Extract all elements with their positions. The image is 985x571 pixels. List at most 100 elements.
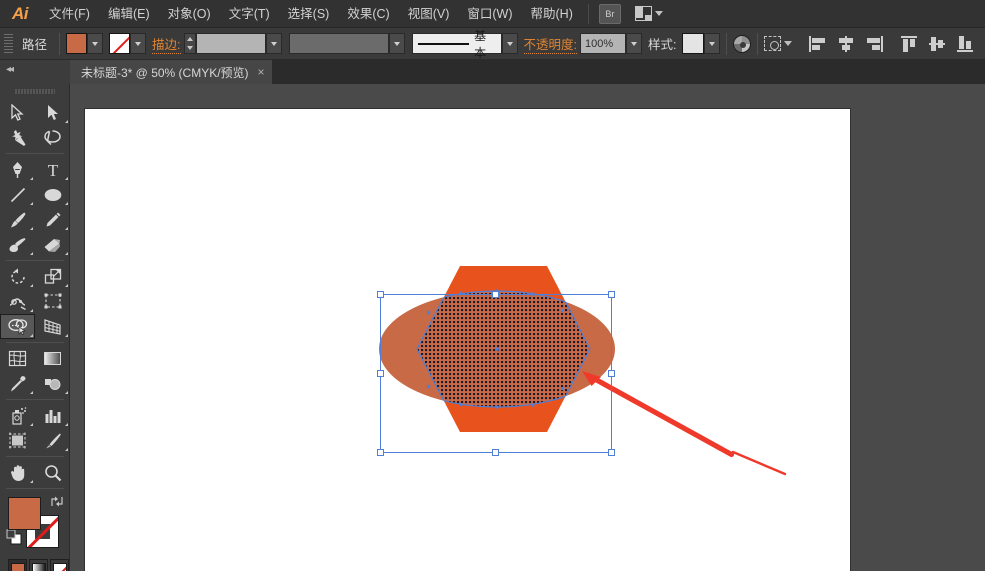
- color-mode-buttons: [0, 555, 69, 571]
- stroke-profile-dropdown[interactable]: [388, 33, 405, 54]
- stroke-weight-dropdown[interactable]: [265, 33, 282, 54]
- tool-divider: [6, 342, 64, 343]
- menu-effect[interactable]: 效果(C): [338, 0, 398, 28]
- arrange-documents-button[interactable]: [634, 6, 663, 21]
- selection-handle-top-left[interactable]: [377, 291, 384, 298]
- symbol-sprayer-tool[interactable]: [0, 403, 35, 428]
- close-icon[interactable]: ×: [258, 66, 265, 78]
- menu-edit[interactable]: 编辑(E): [99, 0, 159, 28]
- swap-fill-stroke-icon[interactable]: [50, 495, 64, 513]
- width-tool[interactable]: [0, 289, 35, 314]
- chevron-down-icon: [135, 41, 142, 46]
- selection-handle-top-center[interactable]: [492, 291, 499, 298]
- menu-type[interactable]: 文字(T): [220, 0, 279, 28]
- selection-handle-middle-left[interactable]: [377, 370, 384, 377]
- tools-panel-grip[interactable]: [14, 86, 55, 96]
- fill-color-swatch[interactable]: [66, 33, 88, 54]
- align-left-icon[interactable]: [809, 35, 827, 52]
- fill-color-indicator[interactable]: [8, 497, 41, 530]
- artboard-tool[interactable]: [0, 428, 35, 453]
- mesh-tool[interactable]: [0, 346, 35, 371]
- selection-handle-bottom-left[interactable]: [377, 449, 384, 456]
- align-top-icon[interactable]: [901, 35, 919, 52]
- menu-view[interactable]: 视图(V): [399, 0, 459, 28]
- bridge-button[interactable]: Br: [598, 3, 621, 24]
- slice-tool[interactable]: [35, 428, 70, 453]
- collapse-panel-icon[interactable]: ◂◂: [6, 64, 14, 75]
- stroke-color-dropdown[interactable]: [130, 33, 147, 54]
- tool-flyout-indicator: [65, 391, 68, 394]
- scale-tool[interactable]: [35, 264, 70, 289]
- artboard[interactable]: [85, 109, 850, 571]
- stroke-color-swatch[interactable]: [109, 33, 131, 54]
- fill-stroke-controls: [0, 493, 70, 555]
- pencil-tool[interactable]: [35, 207, 70, 232]
- tool-divider: [6, 456, 64, 457]
- eyedropper-tool[interactable]: [0, 371, 35, 396]
- line-segment-tool[interactable]: [0, 182, 35, 207]
- menu-file[interactable]: 文件(F): [40, 0, 99, 28]
- graphic-style-swatch[interactable]: [682, 33, 705, 54]
- opacity-label[interactable]: 不透明度:: [523, 34, 577, 54]
- gradient-mode-button[interactable]: [29, 559, 48, 571]
- select-similar-objects-button[interactable]: [764, 36, 793, 51]
- direct-selection-tool[interactable]: [35, 100, 70, 125]
- brush-definition-dropdown[interactable]: [501, 33, 518, 54]
- pen-tool[interactable]: [0, 157, 35, 182]
- graphic-style-dropdown[interactable]: [704, 33, 721, 54]
- align-bottom-icon[interactable]: [957, 35, 975, 52]
- chevron-down-icon: [784, 41, 793, 46]
- align-vertical-center-icon[interactable]: [929, 36, 947, 52]
- default-fill-stroke-icon[interactable]: [6, 529, 22, 550]
- free-transform-tool[interactable]: [35, 289, 70, 314]
- stroke-profile-input[interactable]: [288, 33, 389, 54]
- stroke-weight-stepper[interactable]: [183, 33, 196, 54]
- menu-window[interactable]: 窗口(W): [458, 0, 521, 28]
- type-tool[interactable]: T: [35, 157, 70, 182]
- color-mode-button[interactable]: [8, 559, 27, 571]
- column-graph-tool[interactable]: [35, 403, 70, 428]
- menu-object[interactable]: 对象(O): [159, 0, 220, 28]
- menu-select[interactable]: 选择(S): [279, 0, 339, 28]
- hand-tool[interactable]: [0, 460, 35, 485]
- control-bar-grip[interactable]: [4, 33, 13, 54]
- lasso-tool[interactable]: [35, 125, 70, 150]
- selection-tool[interactable]: [0, 100, 35, 125]
- brush-stroke-preview-icon: [417, 42, 470, 45]
- stroke-weight-label[interactable]: 描边:: [152, 34, 181, 54]
- selection-handle-top-right[interactable]: [608, 291, 615, 298]
- selection-handle-middle-right[interactable]: [608, 370, 615, 377]
- opacity-input[interactable]: 100%: [579, 33, 626, 54]
- opacity-dropdown[interactable]: [625, 33, 642, 54]
- brush-definition-input[interactable]: 基本: [411, 29, 502, 60]
- none-mode-button[interactable]: [50, 559, 69, 571]
- tool-flyout-indicator: [65, 448, 68, 451]
- gradient-tool[interactable]: [35, 346, 70, 371]
- document-tab-title: 未标题-3* @ 50% (CMYK/预览): [81, 65, 249, 80]
- tool-divider: [6, 399, 64, 400]
- rotate-tool[interactable]: [0, 264, 35, 289]
- fill-color-dropdown[interactable]: [87, 33, 104, 54]
- zoom-tool[interactable]: [35, 460, 70, 485]
- selection-handle-bottom-right[interactable]: [608, 449, 615, 456]
- tool-flyout-indicator: [65, 120, 68, 123]
- shape-builder-tool[interactable]: [0, 314, 35, 339]
- recolor-artwork-icon[interactable]: [733, 34, 752, 53]
- perspective-grid-tool[interactable]: [35, 314, 70, 339]
- chevron-down-icon: [630, 41, 637, 46]
- menu-divider: [587, 3, 589, 24]
- menu-help[interactable]: 帮助(H): [522, 0, 582, 28]
- align-horizontal-center-icon[interactable]: [837, 35, 855, 52]
- blend-tool[interactable]: [35, 371, 70, 396]
- eraser-tool[interactable]: [35, 232, 70, 257]
- tool-divider: [6, 260, 64, 261]
- ellipse-tool[interactable]: [35, 182, 70, 207]
- selection-handle-bottom-center[interactable]: [492, 449, 499, 456]
- paintbrush-tool[interactable]: [0, 207, 35, 232]
- blob-brush-tool[interactable]: [0, 232, 35, 257]
- canvas-area[interactable]: [70, 84, 985, 571]
- document-tab[interactable]: 未标题-3* @ 50% (CMYK/预览) ×: [70, 60, 273, 84]
- magic-wand-tool[interactable]: [0, 125, 35, 150]
- align-right-icon[interactable]: [865, 35, 884, 52]
- stroke-weight-input[interactable]: [195, 33, 266, 54]
